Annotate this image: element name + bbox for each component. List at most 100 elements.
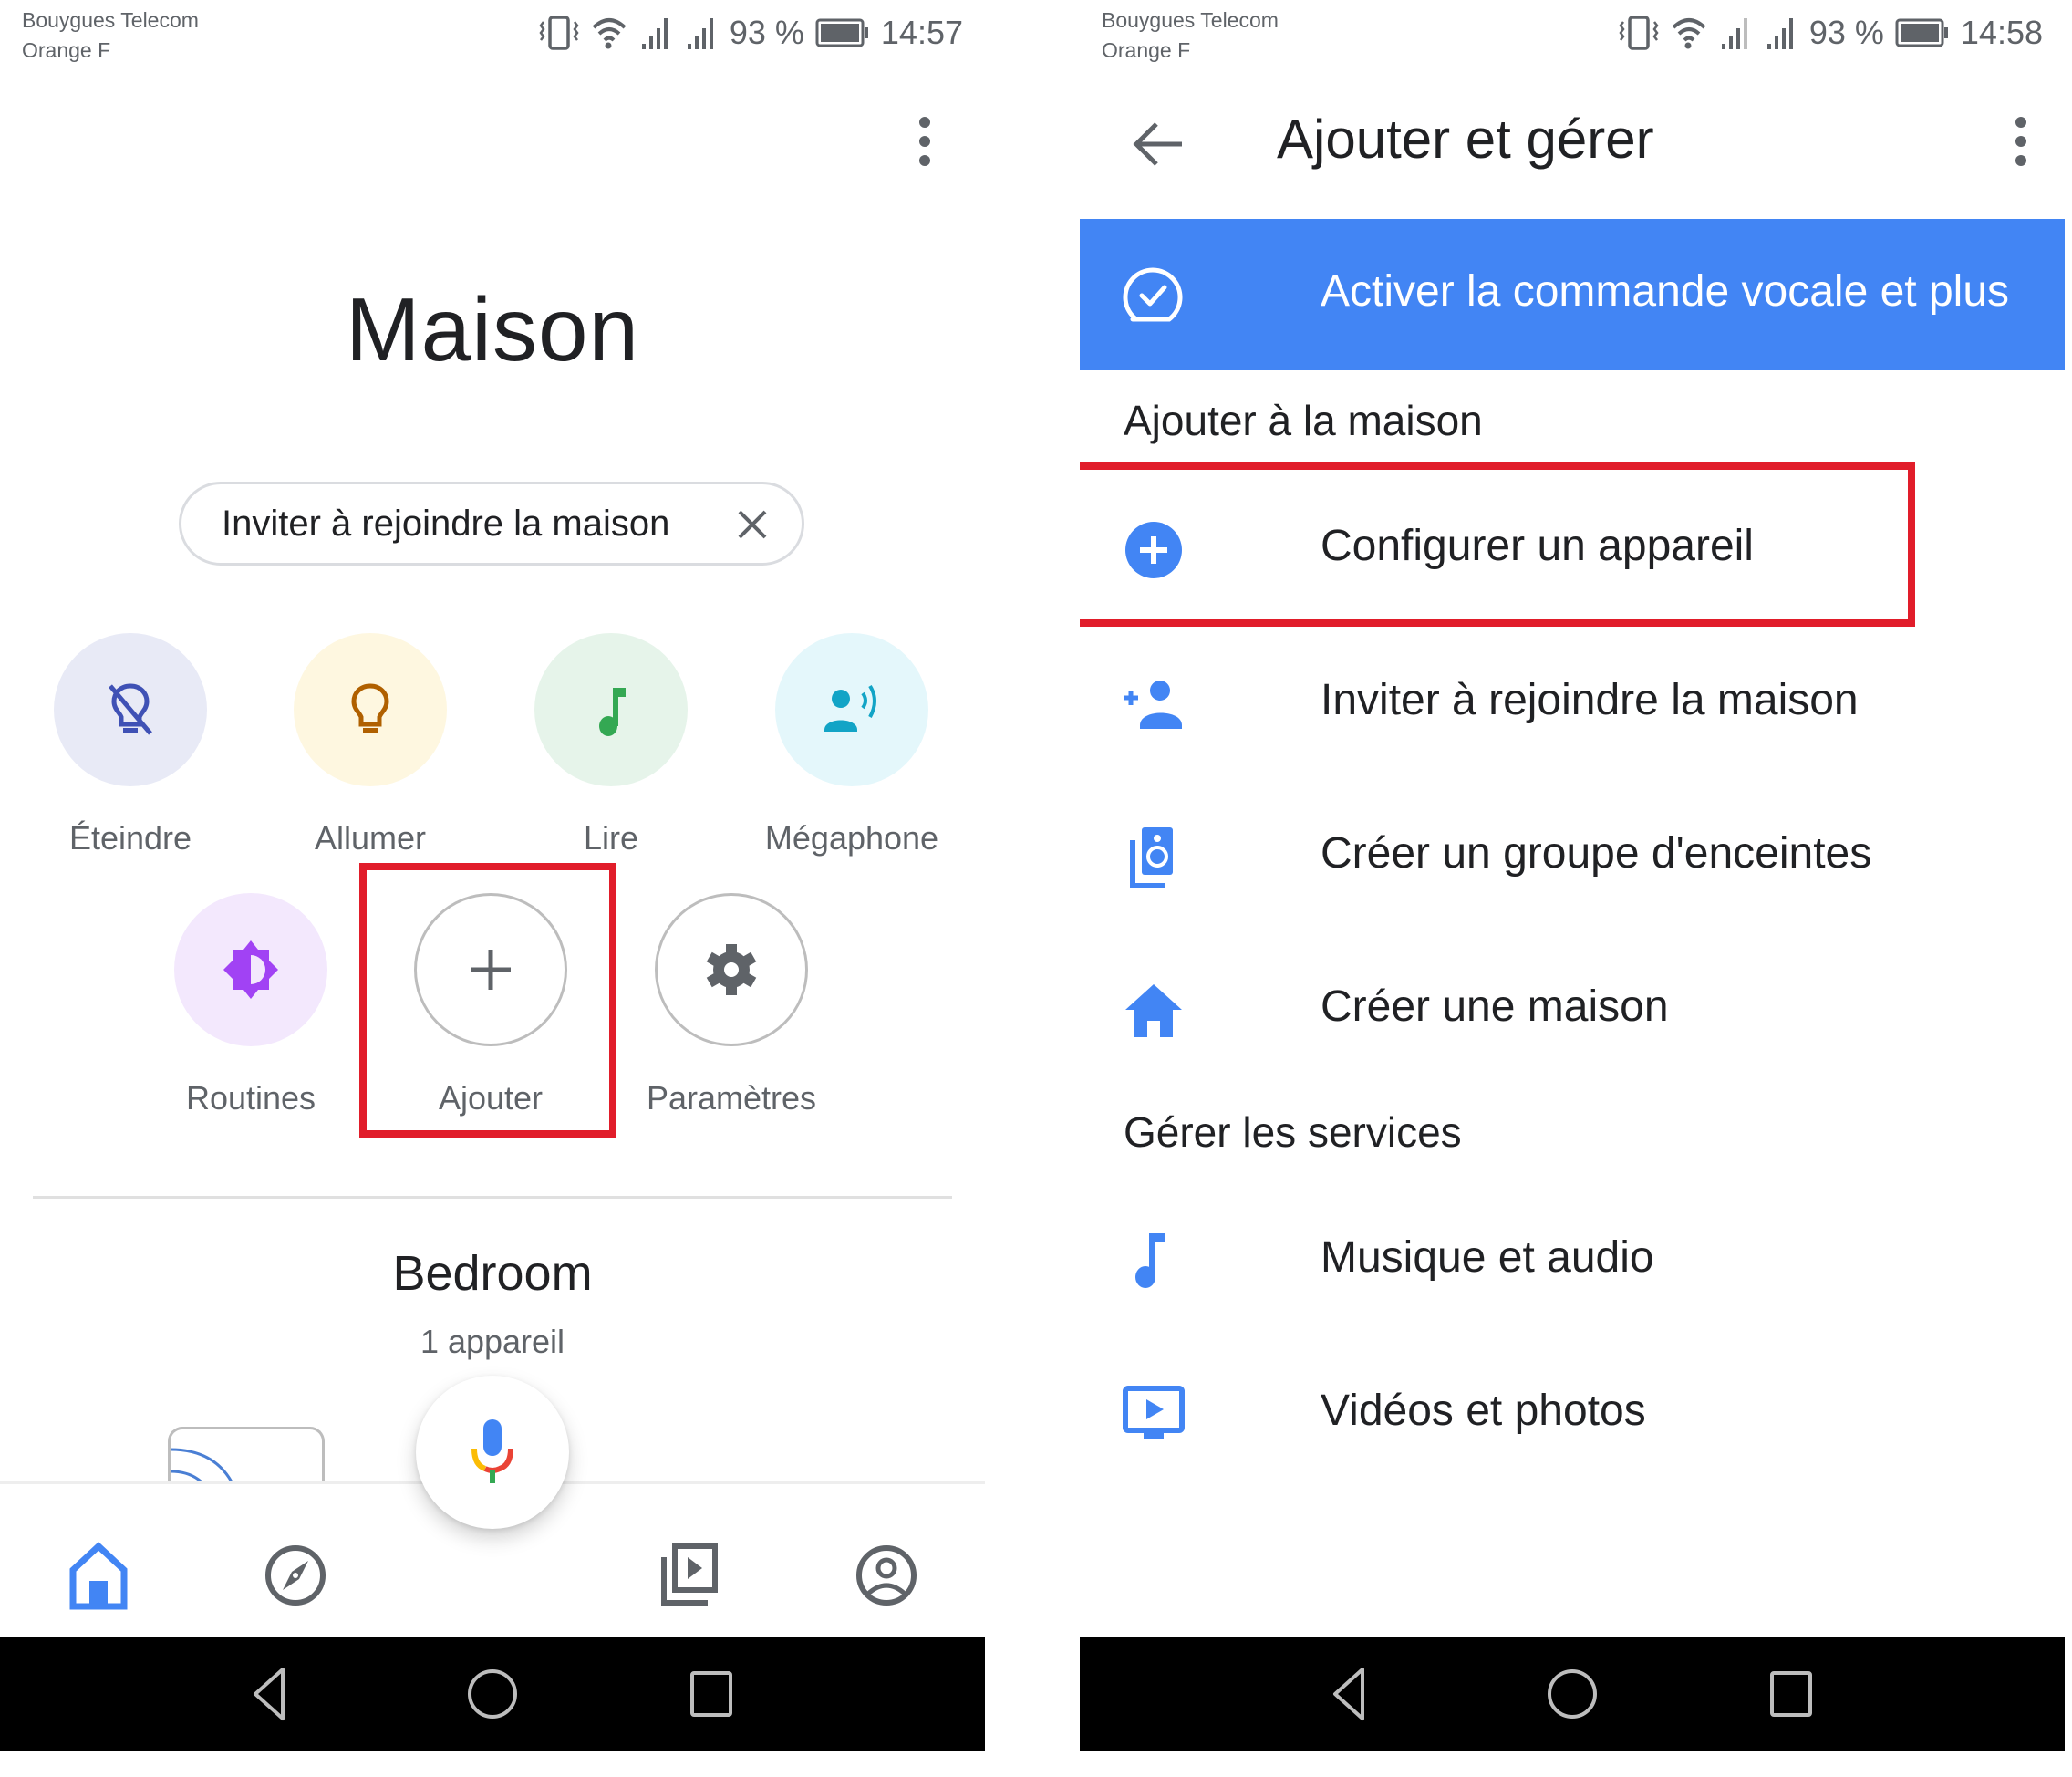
list-item-invite[interactable]: Inviter à rejoindre la maison — [1080, 631, 2065, 768]
action-circle — [414, 893, 567, 1046]
section-heading-add: Ajouter à la maison — [1124, 397, 1483, 444]
section-heading-services: Gérer les services — [1124, 1108, 1462, 1156]
voice-assistant-button[interactable] — [416, 1376, 569, 1529]
compass-icon[interactable] — [261, 1541, 330, 1610]
list-item-label: Inviter à rejoindre la maison — [1321, 676, 1859, 724]
wifi-icon — [1672, 18, 1706, 49]
add-and-manage-screen: Bouygues Telecom Orange F 93 % 14:58 Ajo… — [1080, 0, 2065, 1751]
dot — [919, 155, 930, 166]
recents-nav-icon[interactable] — [681, 1664, 741, 1724]
carrier-secondary: Orange F — [1102, 38, 1191, 62]
battery-icon — [1895, 18, 1948, 47]
action-label: Routines — [185, 1079, 316, 1117]
dot — [2015, 117, 2026, 128]
home-nav-icon[interactable] — [1542, 1664, 1602, 1724]
action-parametres[interactable]: Paramètres — [622, 893, 841, 1117]
speaker-group-icon — [1130, 827, 1173, 888]
action-routines[interactable]: Routines — [141, 893, 360, 1117]
battery-percent: 93 % — [1808, 14, 1884, 51]
list-item-create-home[interactable]: Créer une maison — [1080, 938, 2065, 1075]
system-navigation-bar — [1080, 1637, 2065, 1751]
invite-chip[interactable]: Inviter à rejoindre la maison — [179, 482, 804, 566]
signal-icon — [1721, 18, 1747, 49]
list-item-videos-photos[interactable]: Vidéos et photos — [1080, 1342, 2065, 1479]
action-circle — [655, 893, 808, 1046]
music-note-icon — [1135, 1233, 1166, 1288]
list-item-configure-device[interactable]: Configurer un appareil — [1080, 477, 2065, 614]
home-title: Maison — [346, 279, 639, 379]
lightbulb-icon — [351, 683, 389, 733]
action-circle — [775, 633, 928, 786]
voice-check-icon — [1123, 267, 1183, 322]
signal-icon — [641, 18, 668, 49]
home-icon — [1125, 984, 1182, 1037]
dot — [919, 117, 930, 128]
action-circle — [54, 633, 207, 786]
media-library-icon[interactable] — [655, 1541, 724, 1610]
list-item-label: Configurer un appareil — [1321, 522, 1754, 570]
battery-percent: 93 % — [729, 14, 804, 51]
list-item-label: Créer une maison — [1321, 982, 1669, 1031]
music-note-icon — [599, 688, 626, 736]
action-label: Mégaphone — [764, 819, 939, 857]
gear-icon — [706, 944, 757, 995]
voice-control-banner[interactable]: Activer la commande vocale et plus — [1080, 219, 2065, 370]
dot — [2015, 155, 2026, 166]
list-item-label: Vidéos et photos — [1321, 1387, 1646, 1435]
clock: 14:57 — [880, 14, 963, 51]
carrier-secondary: Orange F — [22, 38, 111, 62]
vibrate-icon — [1619, 16, 1659, 50]
room-name: Bedroom — [392, 1246, 593, 1301]
action-circle — [174, 893, 327, 1046]
status-icons: 93 % 14:58 — [1618, 13, 2043, 53]
carrier-primary: Bouygues Telecom — [22, 8, 199, 32]
recents-nav-icon[interactable] — [1761, 1664, 1821, 1724]
invite-chip-label: Inviter à rejoindre la maison — [222, 503, 670, 544]
list-item-music-audio[interactable]: Musique et audio — [1080, 1189, 2065, 1325]
clock: 14:58 — [1960, 14, 2043, 51]
broadcast-icon — [824, 684, 876, 732]
action-eteindre[interactable]: Éteindre — [21, 633, 240, 857]
section-divider — [33, 1196, 952, 1199]
action-label: Éteindre — [68, 819, 192, 857]
back-arrow-icon[interactable] — [1127, 111, 1193, 177]
video-icon — [1123, 1386, 1185, 1439]
overflow-menu-button[interactable] — [897, 105, 952, 178]
signal-icon — [687, 18, 713, 49]
action-megaphone[interactable]: Mégaphone — [742, 633, 961, 857]
action-circle — [294, 633, 447, 786]
carrier-primary: Bouygues Telecom — [1102, 8, 1279, 32]
carrier-info: Bouygues Telecom Orange F — [1102, 5, 1279, 66]
home-nav-icon[interactable] — [462, 1664, 523, 1724]
action-label: Ajouter — [438, 1079, 544, 1117]
account-icon[interactable] — [852, 1541, 921, 1610]
vibrate-icon — [539, 16, 579, 50]
person-add-icon — [1124, 681, 1182, 729]
status-icons: 93 % 14:57 — [538, 13, 963, 53]
battery-icon — [815, 18, 868, 47]
action-label: Lire — [583, 819, 639, 857]
add-circle-icon — [1125, 522, 1182, 578]
action-label: Paramètres — [646, 1079, 817, 1117]
home-icon[interactable] — [64, 1541, 133, 1610]
list-item-label: Créer un groupe d'enceintes — [1321, 829, 1872, 878]
back-nav-icon[interactable] — [1321, 1664, 1381, 1724]
routine-icon — [223, 940, 278, 999]
action-allumer[interactable]: Allumer — [261, 633, 480, 857]
action-ajouter[interactable]: Ajouter — [381, 893, 600, 1117]
action-lire[interactable]: Lire — [502, 633, 720, 857]
wifi-icon — [592, 18, 627, 49]
carrier-info: Bouygues Telecom Orange F — [22, 5, 199, 66]
close-icon[interactable] — [729, 501, 776, 548]
list-item-speaker-group[interactable]: Créer un groupe d'enceintes — [1080, 785, 2065, 921]
action-circle — [534, 633, 688, 786]
overflow-menu-button[interactable] — [1994, 105, 2048, 178]
back-nav-icon[interactable] — [241, 1664, 301, 1724]
room-device-count: 1 appareil — [420, 1323, 565, 1360]
list-item-label: Musique et audio — [1321, 1233, 1654, 1282]
system-navigation-bar — [0, 1637, 985, 1751]
screen-title: Ajouter et gérer — [1277, 109, 1654, 170]
home-screen: Bouygues Telecom Orange F 93 % 14:57 Mai… — [0, 0, 985, 1751]
banner-label: Activer la commande vocale et plus — [1321, 267, 2010, 316]
dot — [919, 136, 930, 147]
